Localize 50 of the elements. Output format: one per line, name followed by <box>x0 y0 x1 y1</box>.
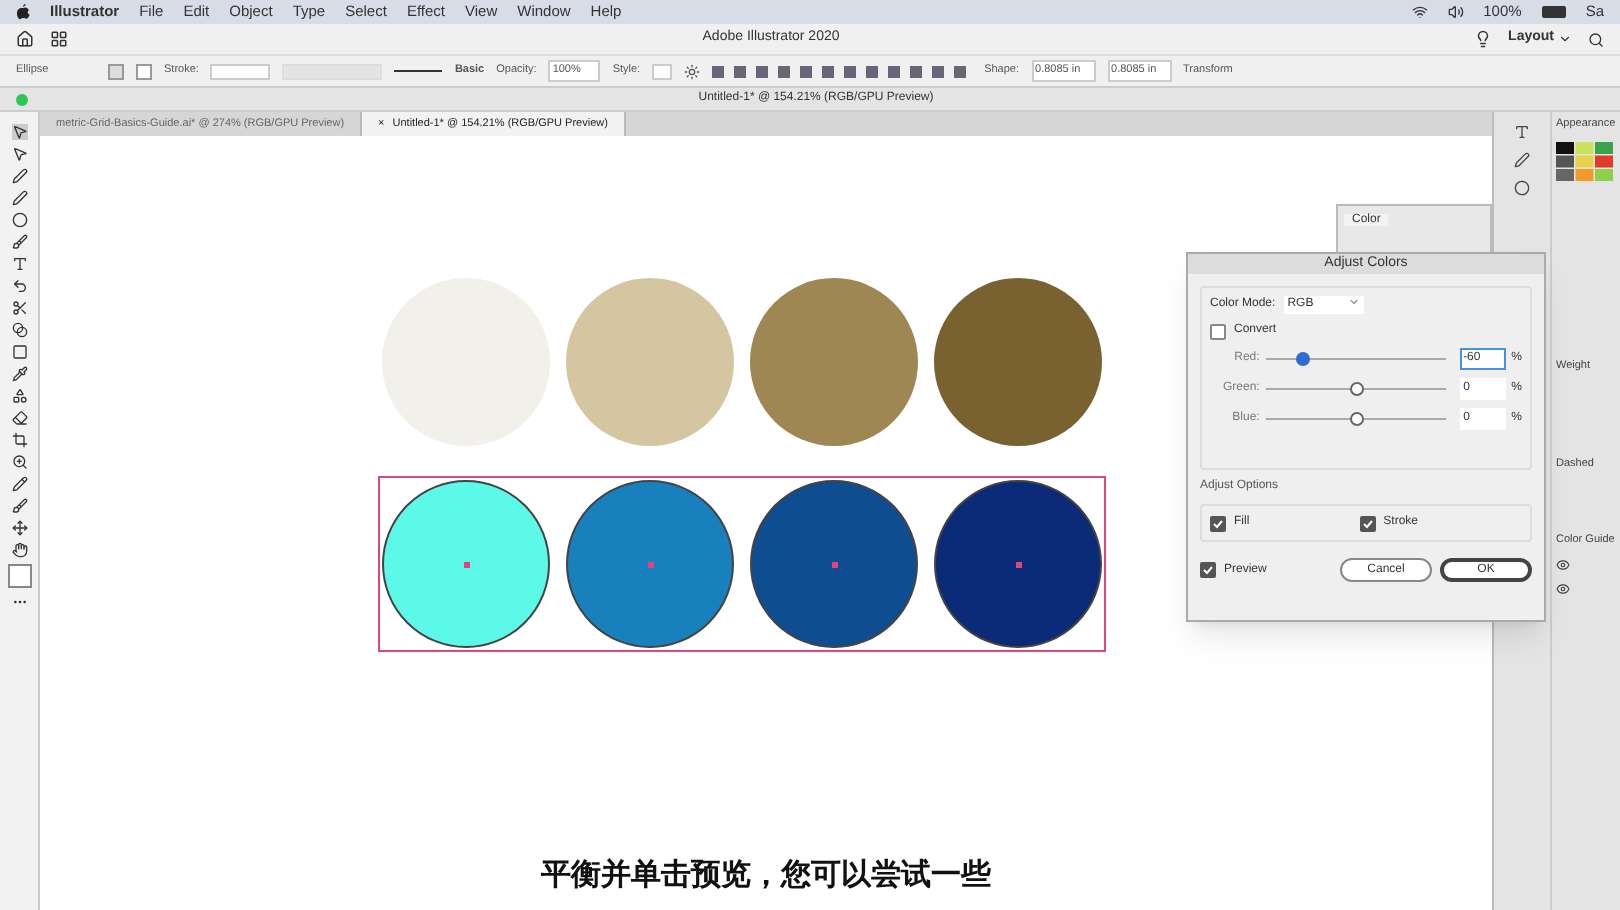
style-swatch[interactable] <box>652 63 673 79</box>
character-panel-icon[interactable] <box>1514 124 1530 140</box>
center-point-icon <box>1015 561 1021 567</box>
scissors-tool-icon[interactable] <box>11 300 27 316</box>
selection-tool-icon[interactable] <box>11 124 27 140</box>
checkbox[interactable] <box>1359 515 1376 531</box>
hand-tool-icon[interactable] <box>11 542 27 558</box>
volume-icon <box>1447 4 1464 20</box>
slider-thumb[interactable] <box>1349 382 1364 396</box>
eraser-tool-icon[interactable] <box>11 410 27 426</box>
visibility-icon[interactable] <box>1556 582 1570 596</box>
eyedropper-tool-icon[interactable] <box>11 366 27 382</box>
swatch-grid-drawing[interactable] <box>1556 142 1616 185</box>
fill-swatch[interactable] <box>108 63 124 79</box>
direct-selection-tool-icon[interactable] <box>11 146 27 162</box>
center-point-icon <box>463 561 469 567</box>
stroke-swatch[interactable] <box>136 63 152 79</box>
zoom-tool-icon[interactable] <box>11 454 27 470</box>
shape-builder-tool-icon[interactable] <box>11 388 27 404</box>
checkbox[interactable] <box>1210 515 1226 531</box>
brush-tool-icon[interactable] <box>11 234 27 250</box>
visibility-icon[interactable] <box>1556 558 1570 572</box>
brush-stroke-line <box>394 70 443 72</box>
selection-bounding-box[interactable] <box>380 478 1104 650</box>
checkmark-icon <box>1361 517 1374 529</box>
slider-thumb[interactable] <box>1295 352 1310 366</box>
subtitle-caption: 平衡并单击预览，您可以尝试一些 <box>541 855 991 895</box>
caret-icon <box>1347 296 1360 308</box>
center-point-icon <box>831 561 837 567</box>
caret-icon <box>1558 32 1572 46</box>
center-point-icon <box>647 561 653 567</box>
wifi-icon <box>1411 4 1428 20</box>
fill-stroke-swatches[interactable] <box>7 564 31 588</box>
pencil-tool-icon[interactable] <box>11 476 27 492</box>
checkbox[interactable] <box>1200 562 1216 578</box>
search-icon[interactable] <box>1588 31 1604 47</box>
slider-thumb[interactable] <box>1349 412 1364 426</box>
checkmark-icon <box>1202 564 1214 576</box>
ellipse-tool-icon[interactable] <box>11 212 27 228</box>
lightbulb-icon[interactable] <box>1474 30 1493 48</box>
checkmark-icon <box>1212 517 1224 529</box>
battery-icon <box>1541 6 1566 18</box>
paintbrush-tool-icon[interactable] <box>11 498 27 514</box>
stroke-weight-field[interactable] <box>210 63 271 79</box>
apple-logo-icon <box>16 4 30 20</box>
arrange-documents-icon[interactable] <box>50 30 68 48</box>
crop-tool-icon[interactable] <box>11 432 27 448</box>
type-tool-icon[interactable] <box>11 256 27 272</box>
home-icon[interactable] <box>16 30 34 48</box>
checkbox[interactable] <box>1210 323 1226 339</box>
